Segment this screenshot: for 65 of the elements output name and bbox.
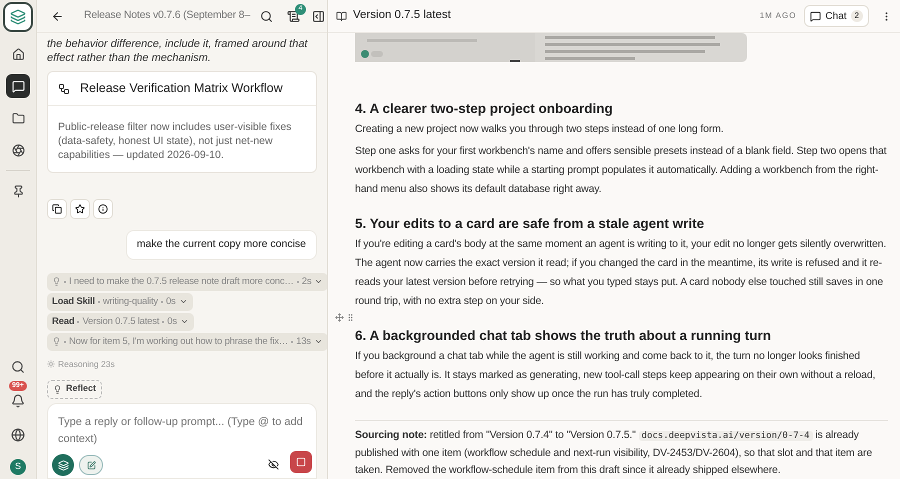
updated-time: 1M AGO [760, 10, 796, 22]
folder-icon [12, 112, 24, 124]
panel-icon [312, 10, 325, 22]
info-button[interactable] [93, 199, 113, 219]
user-avatar[interactable]: S [10, 459, 26, 475]
reasoning-icon [47, 360, 55, 368]
card-description: Public-release filter now includes user-visible fixes (data-safety, honest UI state), not just net-new capabilities — updated 2026-09-10. [57, 120, 292, 163]
lightbulb-icon [52, 277, 61, 286]
section-heading: 4. A clearer two-step project onboarding [355, 100, 614, 118]
section-heading: 5. Your edits to a card are safe from a stale agent write [355, 215, 706, 233]
lightbulb-icon [53, 384, 62, 394]
panel-toggle-button[interactable] [312, 10, 325, 22]
hide-button[interactable] [268, 459, 279, 470]
reasoning-status: Reasoning 23s [58, 358, 115, 370]
section-paragraph: If you background a chat tab while the agent is still working and come back to it, the turn no longer looks finished before it actually is. It stays marked as generating, new tool-call steps keep appearing on their own without a reload, and the reply's action buttons only show up once the run has truly completed. [355, 349, 876, 402]
card-title: Release Verification Matrix Workflow [80, 80, 283, 98]
user-message: make the current copy more concise [126, 230, 317, 260]
pin-icon [12, 184, 24, 198]
reflect-button[interactable]: Reflect [47, 380, 102, 398]
back-button[interactable] [51, 10, 64, 22]
tool-step[interactable]: Load Skill writing-quality 0s [47, 292, 193, 311]
scroll-icon [286, 10, 300, 22]
back-icon [51, 10, 64, 22]
layers-icon [10, 9, 26, 25]
chat-icon [12, 80, 24, 92]
search-icon [11, 360, 25, 374]
section-paragraph: Creating a new project now walks you through two steps instead of one long form. [355, 122, 725, 137]
section-paragraph: Step one asks for your first workbench's name and offers sensible presets instead of a blank field. Step two opens that workbench with a loading state while a starting prompt populates it automatically. Adding a workbench from the right-hand menu also shows its default database right away. [355, 144, 888, 197]
aperture-icon [12, 144, 24, 156]
chat-icon [810, 10, 822, 22]
sourcing-note: Sourcing note: retitled from "Version 0.7.4" to "Version 0.7.5." docs.deepvista.ai/version/0-7-4 is already published with one item (workflow schedule and next-run visibility, DV-2453/DV-2604), so that slot and that item are taken. Removed the workflow-schedule item from this draft since it already shipped elsewhere. [355, 428, 874, 478]
search-button[interactable] [260, 10, 273, 22]
section-paragraph: If you're editing a card's body at the same moment an agent is writing to it, your edit no longer gets silently overwritten. The agent now carries the exact version it read; if you changed the card in the meantime, its write is refused and it re-reads your latest version before retrying — so what you typed stays put. A card nobody else touched still saves in one round trip, with no extra step on your side. [355, 237, 888, 309]
app-logo[interactable] [3, 2, 33, 32]
star-icon [75, 204, 85, 214]
edit-icon [86, 460, 96, 470]
copy-button[interactable] [47, 199, 67, 219]
star-button[interactable] [70, 199, 90, 219]
globe-icon [11, 428, 25, 442]
chat-title: Release Notes v0.7.6 (September 8– [84, 8, 250, 24]
eye-off-icon [268, 459, 279, 470]
info-icon [98, 204, 108, 214]
document-title: Version 0.7.5 latest [353, 8, 451, 24]
layers-icon [58, 460, 68, 470]
scroll-button[interactable] [286, 10, 300, 22]
chat-nav-button[interactable] [6, 74, 30, 98]
copy-icon [52, 204, 62, 214]
composer-placeholder: Type a reply or follow-up prompt... (Type @ to add context) [58, 414, 304, 446]
search-icon [260, 10, 273, 22]
edit-button[interactable] [79, 455, 103, 475]
bell-icon [11, 394, 25, 408]
workflow-icon [58, 82, 70, 94]
book-icon [336, 10, 347, 22]
message-text: the behavior difference, include it, framed around that effect rather than the mechanism. [47, 37, 309, 65]
move-icon[interactable] [335, 313, 344, 322]
stop-button[interactable] [290, 451, 312, 473]
tool-step[interactable]: Read Version 0.7.5 latest 0s [47, 312, 194, 331]
stop-icon [296, 457, 306, 467]
agent-button[interactable] [52, 454, 74, 476]
drag-handle-icon[interactable] [346, 313, 355, 322]
lightbulb-icon [52, 337, 61, 346]
composer-field[interactable]: Type a reply or follow-up prompt... (Type @ to add context) [47, 402, 317, 479]
section-heading: 6. A backgrounded chat tab shows the truth about a running turn [355, 327, 772, 345]
home-icon [12, 48, 24, 60]
chat-button[interactable]: Chat 2 [804, 5, 869, 27]
